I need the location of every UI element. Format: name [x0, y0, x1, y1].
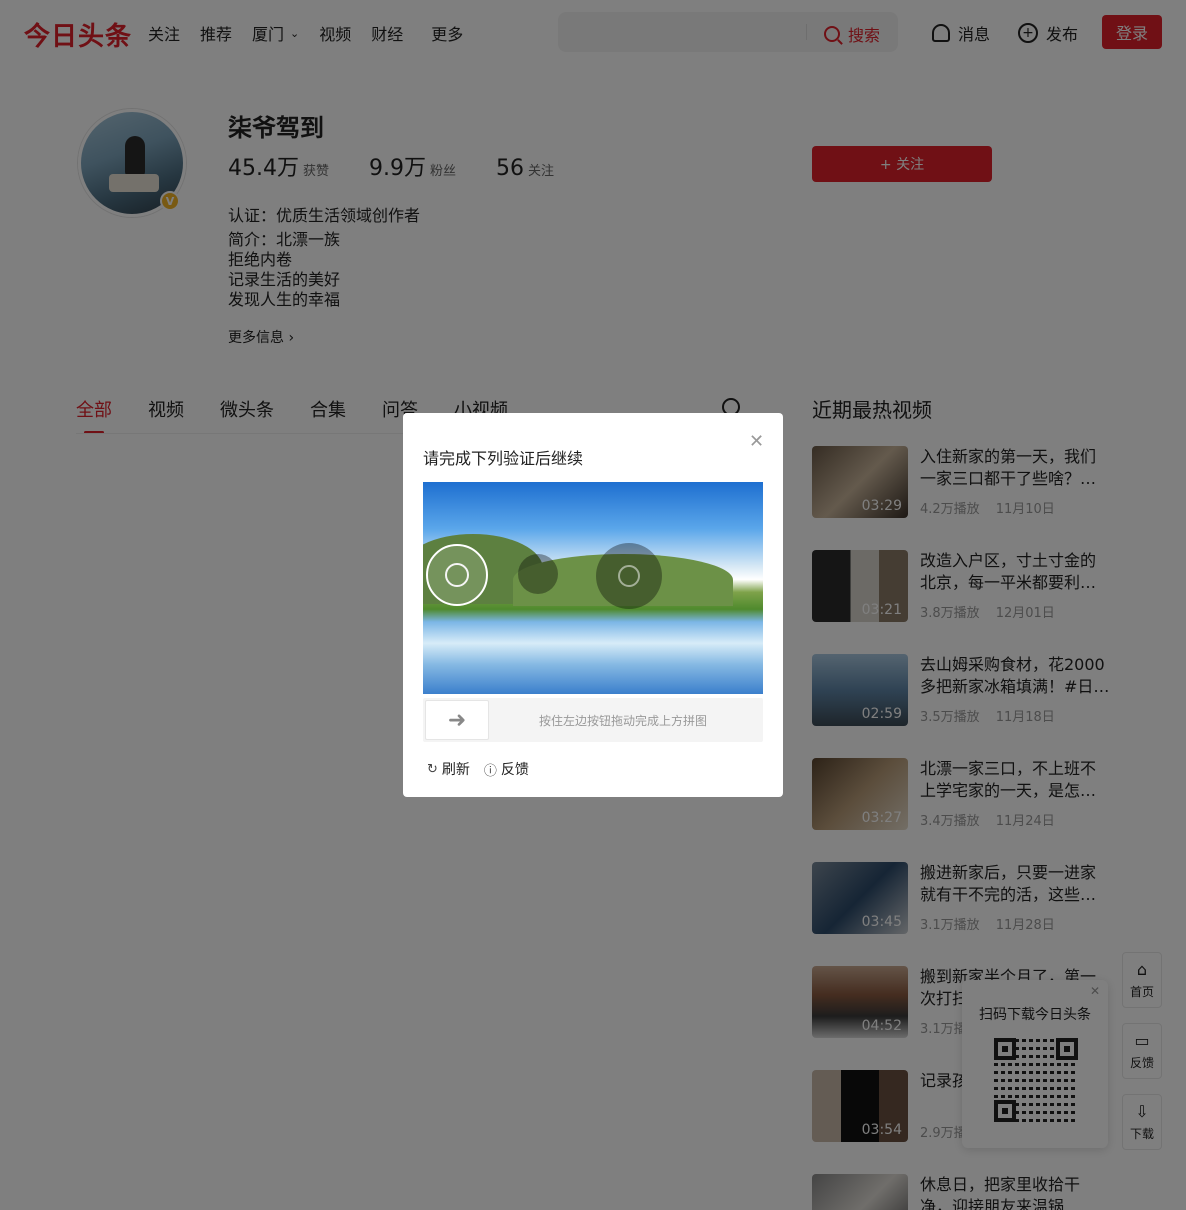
- refresh-icon: ↻: [427, 761, 438, 777]
- captcha-slider-track[interactable]: ➜ 按住左边按钮拖动完成上方拼图: [423, 698, 763, 742]
- close-icon[interactable]: ✕: [749, 433, 764, 451]
- captcha-title: 请完成下列验证后继续: [423, 449, 584, 468]
- refresh-label: 刷新: [441, 762, 470, 778]
- puzzle-decoy-slot: [518, 554, 558, 594]
- slider-handle[interactable]: ➜: [425, 700, 489, 740]
- captcha-puzzle-image: [423, 482, 763, 694]
- feedback-label: 反馈: [500, 762, 529, 778]
- puzzle-piece-inner: [445, 563, 469, 587]
- feedback-button[interactable]: ⓘ 反馈: [484, 759, 529, 779]
- slider-hint: 按住左边按钮拖动完成上方拼图: [539, 714, 708, 728]
- puzzle-target-inner: [618, 565, 640, 587]
- refresh-button[interactable]: ↻ 刷新: [427, 759, 470, 779]
- arrow-right-icon: ➜: [447, 707, 467, 733]
- captcha-actions: ↻ 刷新 ⓘ 反馈: [427, 759, 543, 779]
- captcha-modal: 请完成下列验证后继续 ✕ ➜ 按住左边按钮拖动完成上方拼图 ↻ 刷新 ⓘ 反馈: [403, 413, 783, 797]
- info-circle-icon: ⓘ: [483, 763, 497, 779]
